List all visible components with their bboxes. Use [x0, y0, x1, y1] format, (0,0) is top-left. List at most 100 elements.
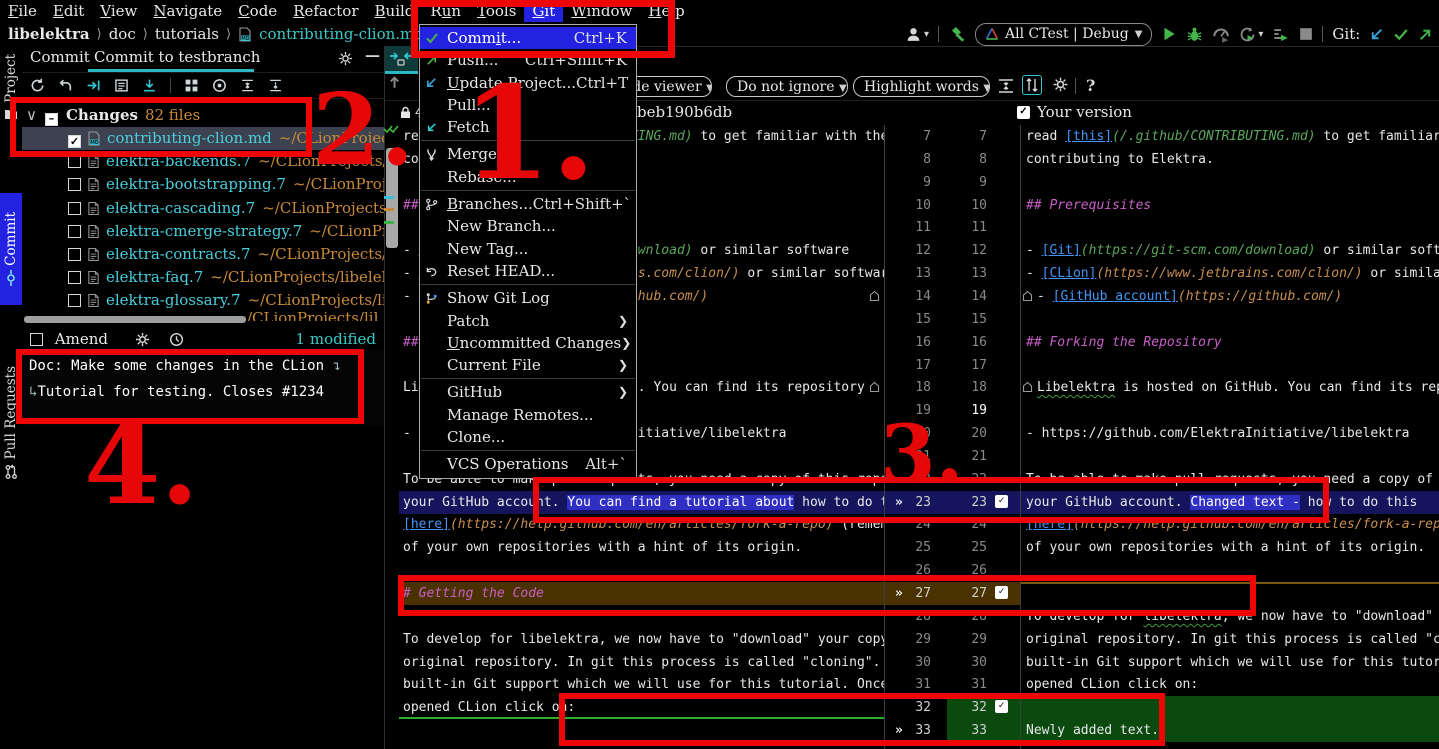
git-menu-item-patch[interactable]: Patch❯ [420, 310, 636, 332]
refresh-icon[interactable] [30, 78, 45, 93]
git-commit-button[interactable] [1393, 26, 1409, 42]
diff-right-pane[interactable]: read [this](/.github/CONTRIBUTING.md) to… [1021, 125, 1439, 749]
git-menu-item-reset-head[interactable]: Reset HEAD... [420, 260, 636, 282]
git-menu-item-update-project[interactable]: Update Project...Ctrl+T [420, 72, 636, 94]
gear-icon[interactable] [338, 51, 353, 66]
menu-item-view[interactable]: View [92, 0, 145, 22]
previous-change-icon[interactable] [387, 75, 402, 90]
tab-commit[interactable]: Commit [30, 46, 90, 69]
ignore-whitespace-select[interactable]: Do not ignore ▼ [726, 76, 848, 97]
sidebar-item-pull-requests[interactable]: Pull Requests [0, 358, 22, 488]
attach-to-process-button[interactable] [1272, 25, 1290, 43]
git-menu-item-pull[interactable]: Pull... [420, 94, 636, 116]
expand-all-icon[interactable] [240, 78, 255, 93]
file-row-elektra-bootstrapping-7[interactable]: elektra-bootstrapping.7~/CLionProjects/l… [22, 173, 384, 196]
coverage-button[interactable]: ▾ [1239, 26, 1263, 43]
file-checkbox[interactable]: ✓ [68, 135, 81, 148]
fold-marker-icon[interactable] [869, 290, 880, 302]
menu-item-refactor[interactable]: Refactor [285, 0, 366, 22]
changes-group-row[interactable]: ∨–Changes82 files [22, 104, 384, 127]
file-checkbox[interactable] [68, 271, 81, 284]
git-update-button[interactable] [1369, 27, 1384, 42]
git-menu-item-clone[interactable]: Clone... [420, 426, 636, 448]
file-row-elektra-cmerge-strategy-7[interactable]: elektra-cmerge-strategy.7~/CLionProjects… [22, 220, 384, 243]
menu-item-window[interactable]: Window [563, 0, 640, 22]
git-menu-item-new-branch[interactable]: New Branch... [420, 215, 636, 237]
include-all-checkbox[interactable]: ✓ [1017, 106, 1030, 119]
include-change-checkbox[interactable]: ✓ [995, 700, 1008, 713]
file-checkbox[interactable] [68, 202, 81, 215]
avatar[interactable]: ▾ [905, 26, 929, 43]
sync-scroll-icon[interactable] [1022, 75, 1042, 95]
git-menu-item-branches[interactable]: Branches...Ctrl+Shift+` [420, 193, 636, 215]
git-menu-item-vcs-operations[interactable]: VCS OperationsAlt+` [420, 453, 636, 475]
fold-marker-icon[interactable] [869, 381, 880, 393]
file-checkbox[interactable] [68, 155, 81, 168]
tab-commit-to-testbranch[interactable]: Commit to testbranch [94, 46, 260, 69]
hide-icon[interactable]: — [365, 46, 380, 64]
rollback-icon[interactable] [58, 78, 73, 93]
menu-item-help[interactable]: Help [640, 0, 692, 22]
shelve-icon[interactable] [142, 78, 157, 93]
menu-item-build[interactable]: Build [367, 0, 423, 22]
breadcrumb-file[interactable]: contributing-clion.md [259, 25, 424, 43]
horizontal-scrollbar[interactable] [24, 316, 246, 323]
menu-item-navigate[interactable]: Navigate [145, 0, 230, 22]
git-push-button[interactable] [1418, 27, 1433, 42]
breadcrumb-libelektra[interactable]: libelektra [8, 25, 90, 43]
file-row-elektra-contracts-7[interactable]: elektra-contracts.7~/CLionProjects/libel… [22, 243, 384, 266]
history-icon[interactable] [169, 332, 184, 347]
fold-marker-icon[interactable] [1022, 381, 1033, 393]
collapse-unchanged-icon[interactable] [997, 76, 1015, 96]
highlight-mode-select[interactable]: Highlight words ▼ [853, 76, 990, 97]
menu-item-code[interactable]: Code [230, 0, 285, 22]
include-change-checkbox[interactable]: ✓ [995, 495, 1008, 508]
help-icon[interactable]: ? [1086, 76, 1095, 95]
file-row-elektra-cascading-7[interactable]: elektra-cascading.7~/CLionProjects/libel… [22, 197, 384, 220]
sidebar-item-project[interactable]: Project [0, 48, 22, 126]
git-menu-item-github[interactable]: GitHub❯ [420, 381, 636, 403]
group-by-icon[interactable] [184, 78, 199, 93]
amend-checkbox[interactable] [30, 333, 43, 346]
menu-item-tools[interactable]: Tools [469, 0, 524, 22]
git-menu-item-uncommitted-changes[interactable]: Uncommitted Changes❯ [420, 332, 636, 354]
run-configuration-select[interactable]: All CTest | Debug ▼ [975, 23, 1152, 46]
changelist-icon[interactable] [114, 78, 129, 93]
file-row-contributing-clion-md[interactable]: ✓MDcontributing-clion.md~/CLionProjects/… [22, 127, 384, 150]
file-checkbox[interactable] [68, 225, 81, 238]
git-menu-item-commit[interactable]: Commit...Ctrl+K [420, 27, 636, 49]
commit-message-editor[interactable]: Doc: Make some changes in the CLion ↴ ↳T… [22, 350, 384, 426]
breadcrumb-tutorials[interactable]: tutorials [155, 25, 219, 43]
git-menu-item-merge[interactable]: Merge... [420, 143, 636, 165]
run-button[interactable] [1161, 26, 1177, 42]
git-menu-item-push[interactable]: Push...Ctrl+Shift+K [420, 49, 636, 71]
debug-button[interactable] [1186, 26, 1203, 43]
fold-marker-icon[interactable] [1022, 290, 1033, 302]
menu-item-run[interactable]: Run [422, 0, 469, 22]
diff-settings-icon[interactable] [1052, 76, 1069, 93]
chevron-down-icon[interactable]: ∨ [26, 106, 37, 124]
gear-icon[interactable] [135, 332, 150, 347]
include-change-checkbox[interactable]: ✓ [995, 586, 1008, 599]
git-menu-item-fetch[interactable]: Fetch [420, 116, 636, 138]
file-checkbox[interactable] [68, 294, 81, 307]
preview-diff-icon[interactable] [212, 78, 227, 93]
sidebar-item-commit[interactable]: Commit [0, 193, 22, 305]
git-menu-item-current-file[interactable]: Current File❯ [420, 354, 636, 376]
git-menu-item-show-git-log[interactable]: Show Git Log [420, 287, 636, 309]
menu-item-edit[interactable]: Edit [45, 0, 92, 22]
profiler-button[interactable] [1212, 25, 1230, 43]
git-menu-item-manage-remotes[interactable]: Manage Remotes... [420, 404, 636, 426]
build-button[interactable] [948, 25, 966, 43]
file-row-elektra-faq-7[interactable]: elektra-faq.7~/CLionProjects/libelektra/… [22, 266, 384, 289]
changes-checkbox[interactable]: – [45, 113, 58, 126]
menu-item-file[interactable]: File [0, 0, 45, 22]
diff-tab[interactable] [385, 46, 418, 74]
jump-to-source-icon[interactable] [86, 78, 101, 93]
stop-button[interactable] [1299, 27, 1313, 41]
git-menu-item-rebase[interactable]: Rebase... [420, 166, 636, 188]
menu-item-git[interactable]: Git [524, 0, 563, 22]
file-checkbox[interactable] [68, 178, 81, 191]
collapse-all-icon[interactable] [268, 78, 283, 93]
git-menu-item-new-tag[interactable]: New Tag... [420, 238, 636, 260]
